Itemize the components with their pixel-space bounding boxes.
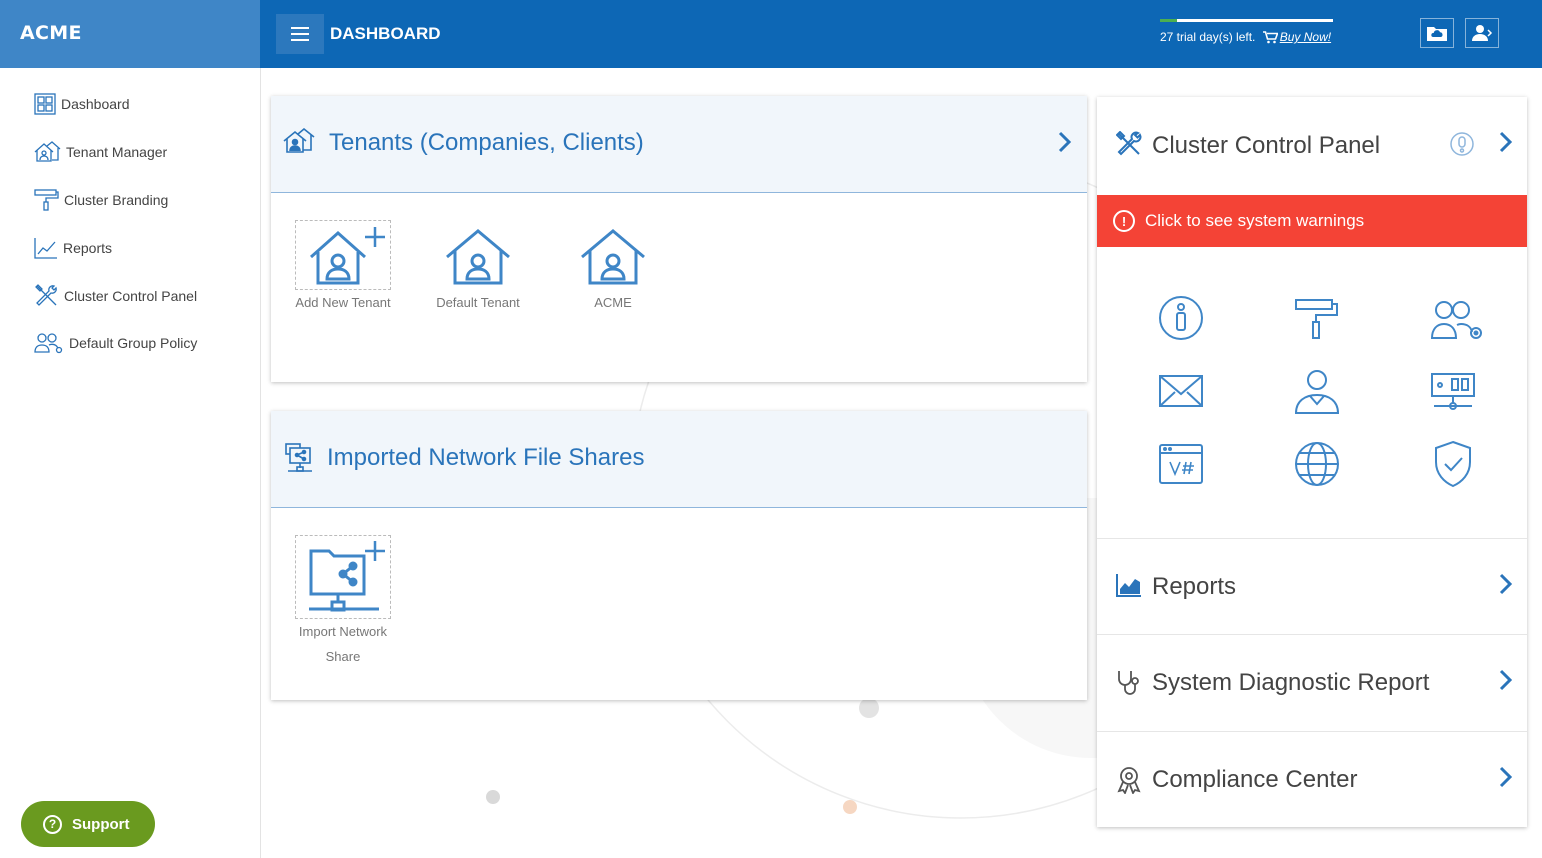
menu-toggle-button[interactable] xyxy=(276,14,324,54)
info-icon[interactable] xyxy=(1158,295,1204,341)
tools-icon xyxy=(35,284,57,306)
tenants-card: Tenants (Companies, Clients) Add New Ten… xyxy=(271,96,1087,382)
tenants-card-header[interactable]: Tenants (Companies, Clients) xyxy=(271,96,1087,193)
compliance-icon xyxy=(1117,767,1141,794)
add-new-tenant-tile[interactable]: Add New Tenant xyxy=(283,220,403,315)
network-share-icon xyxy=(285,443,312,472)
house-user-icon xyxy=(446,229,510,285)
user-menu-button[interactable] xyxy=(1465,18,1499,48)
chevron-right-icon[interactable] xyxy=(1499,131,1513,153)
system-diagnostic-report-row[interactable]: System Diagnostic Report xyxy=(1097,634,1527,730)
tile-label: Add New Tenant xyxy=(295,295,391,310)
vhost-icon[interactable] xyxy=(1158,443,1204,485)
brand-logo[interactable]: ACME xyxy=(0,0,260,68)
alert-icon[interactable] xyxy=(1450,132,1474,156)
acme-tenant-tile[interactable]: ACME xyxy=(553,220,673,315)
trial-status: 27 trial day(s) left. Buy Now! xyxy=(1160,30,1331,44)
file-manager-button[interactable] xyxy=(1420,18,1454,48)
support-button[interactable]: ? Support xyxy=(21,801,155,847)
sidebar-item-cluster-control-panel[interactable]: Cluster Control Panel xyxy=(34,284,197,308)
sidebar-item-label: Cluster Control Panel xyxy=(64,288,198,304)
shield-check-icon[interactable] xyxy=(1434,440,1472,488)
users-gear-icon xyxy=(34,333,63,354)
user-icon xyxy=(1472,25,1493,41)
page-title: DASHBOARD xyxy=(330,24,441,43)
file-shares-card-header[interactable]: Imported Network File Shares xyxy=(271,411,1087,508)
cluster-control-panel-card: Cluster Control Panel ! Click to see sys… xyxy=(1097,97,1527,827)
chart-icon xyxy=(1116,574,1141,597)
buy-now-link[interactable]: Buy Now! xyxy=(1280,30,1331,44)
sidebar-item-tenant-manager[interactable]: Tenant Manager xyxy=(34,141,167,163)
tile-label: ACME xyxy=(594,295,632,310)
paint-roller-icon[interactable] xyxy=(1294,297,1340,341)
folder-cloud-icon xyxy=(1427,27,1447,41)
system-warnings-banner[interactable]: ! Click to see system warnings xyxy=(1097,195,1527,247)
users-gear-icon[interactable] xyxy=(1430,300,1486,342)
row-label: Reports xyxy=(1152,573,1237,600)
add-network-folder-icon xyxy=(309,541,385,612)
trial-progress-bar xyxy=(1160,19,1333,22)
tile-label: Default Tenant xyxy=(436,295,520,310)
help-icon: ? xyxy=(43,814,62,834)
tools-icon xyxy=(1116,131,1142,156)
sidebar-item-default-group-policy[interactable]: Default Group Policy xyxy=(34,332,197,354)
warning-icon: ! xyxy=(1113,210,1135,232)
chevron-right-icon[interactable] xyxy=(1499,573,1513,595)
file-shares-card: Imported Network File Shares Import Netw… xyxy=(271,411,1087,700)
system-warnings-text: Click to see system warnings xyxy=(1145,211,1365,230)
houses-icon xyxy=(34,141,61,162)
sidebar-item-dashboard[interactable]: Dashboard xyxy=(34,93,130,115)
cart-icon xyxy=(1262,31,1278,44)
globe-icon[interactable] xyxy=(1294,441,1340,487)
chevron-right-icon[interactable] xyxy=(1499,766,1513,788)
paint-roller-icon xyxy=(34,189,59,211)
tile-label-line1: Import Network xyxy=(298,624,388,639)
sidebar-item-label: Dashboard xyxy=(61,96,130,112)
row-label: Compliance Center xyxy=(1152,766,1358,793)
reports-row[interactable]: Reports xyxy=(1097,538,1527,634)
chart-icon xyxy=(34,238,57,259)
user-admin-icon[interactable] xyxy=(1294,369,1340,415)
tile-label-line2: Share xyxy=(325,649,361,664)
sidebar-item-cluster-branding[interactable]: Cluster Branding xyxy=(34,189,168,211)
chevron-right-icon[interactable] xyxy=(1499,669,1513,691)
sidebar-item-label: Tenant Manager xyxy=(66,144,168,160)
sidebar-item-label: Reports xyxy=(63,240,113,256)
sidebar-item-label: Default Group Policy xyxy=(69,335,198,351)
cluster-control-panel-title: Cluster Control Panel xyxy=(1152,132,1381,159)
sidebar-item-reports[interactable]: Reports xyxy=(34,237,112,259)
add-house-icon xyxy=(310,227,385,285)
top-bar: ACME DASHBOARD 27 trial day(s) left. Buy… xyxy=(0,0,1542,68)
tenants-card-title: Tenants (Companies, Clients) xyxy=(329,129,644,156)
support-label: Support xyxy=(72,815,130,833)
trial-days-text: 27 trial day(s) left. xyxy=(1160,30,1256,44)
chevron-right-icon[interactable] xyxy=(1058,131,1072,153)
mail-icon[interactable] xyxy=(1158,373,1204,409)
stethoscope-icon xyxy=(1118,671,1139,695)
sidebar: Dashboard Tenant Manager Cluster Brandin… xyxy=(0,68,261,858)
sidebar-item-label: Cluster Branding xyxy=(64,192,169,208)
import-network-share-tile[interactable]: Import Network Share xyxy=(283,535,403,669)
hamburger-icon xyxy=(291,27,309,41)
default-tenant-tile[interactable]: Default Tenant xyxy=(418,220,538,315)
houses-icon xyxy=(283,128,315,153)
grid-icon xyxy=(34,93,56,115)
compliance-center-row[interactable]: Compliance Center xyxy=(1097,731,1527,827)
file-shares-card-title: Imported Network File Shares xyxy=(327,444,645,471)
server-icon[interactable] xyxy=(1430,371,1476,411)
row-label: System Diagnostic Report xyxy=(1152,669,1430,696)
house-user-icon xyxy=(581,229,645,285)
